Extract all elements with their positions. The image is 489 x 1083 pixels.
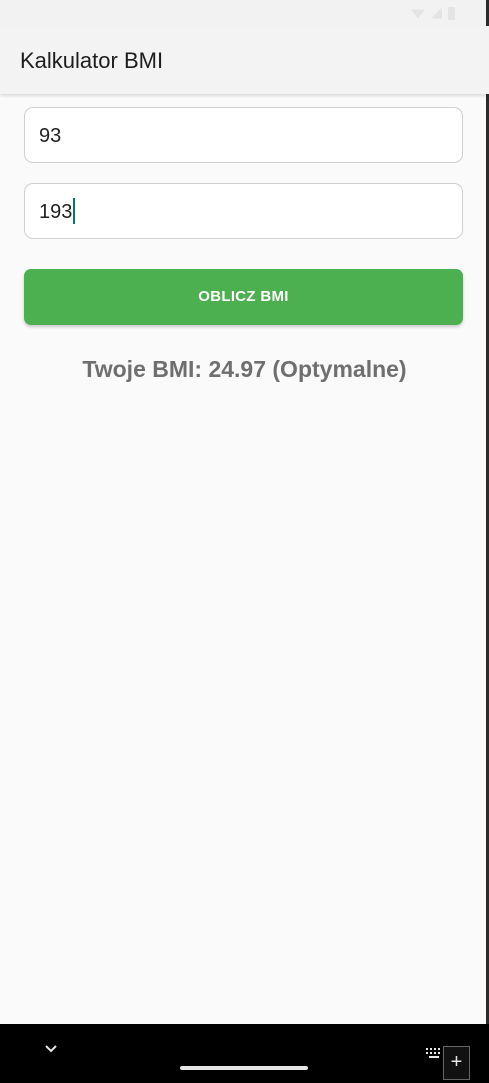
app-bar: Kalkulator BMI	[0, 26, 489, 94]
weight-input[interactable]: 93	[24, 107, 463, 163]
home-gesture-pill[interactable]	[180, 1066, 308, 1070]
text-caret	[73, 197, 76, 224]
bmi-result-text: Twoje BMI: 24.97 (Optymalne)	[82, 356, 407, 382]
battery-icon	[448, 6, 455, 20]
height-input-value-row: 193	[39, 197, 76, 224]
wifi-icon	[411, 9, 425, 19]
height-input-value: 193	[39, 201, 73, 223]
add-icon[interactable]: +	[443, 1046, 470, 1080]
status-icons	[411, 6, 455, 20]
weight-input-value: 93	[39, 125, 62, 147]
status-bar	[0, 0, 489, 26]
chevron-down-icon[interactable]	[43, 1040, 59, 1056]
app-title: Kalkulator BMI	[20, 48, 164, 73]
signal-icon	[431, 7, 442, 19]
navigation-bar: +	[0, 1024, 489, 1083]
height-input[interactable]: 193	[24, 183, 463, 239]
keyboard-icon[interactable]	[425, 1046, 443, 1058]
calculate-bmi-button[interactable]: OBLICZ BMI	[24, 269, 463, 325]
